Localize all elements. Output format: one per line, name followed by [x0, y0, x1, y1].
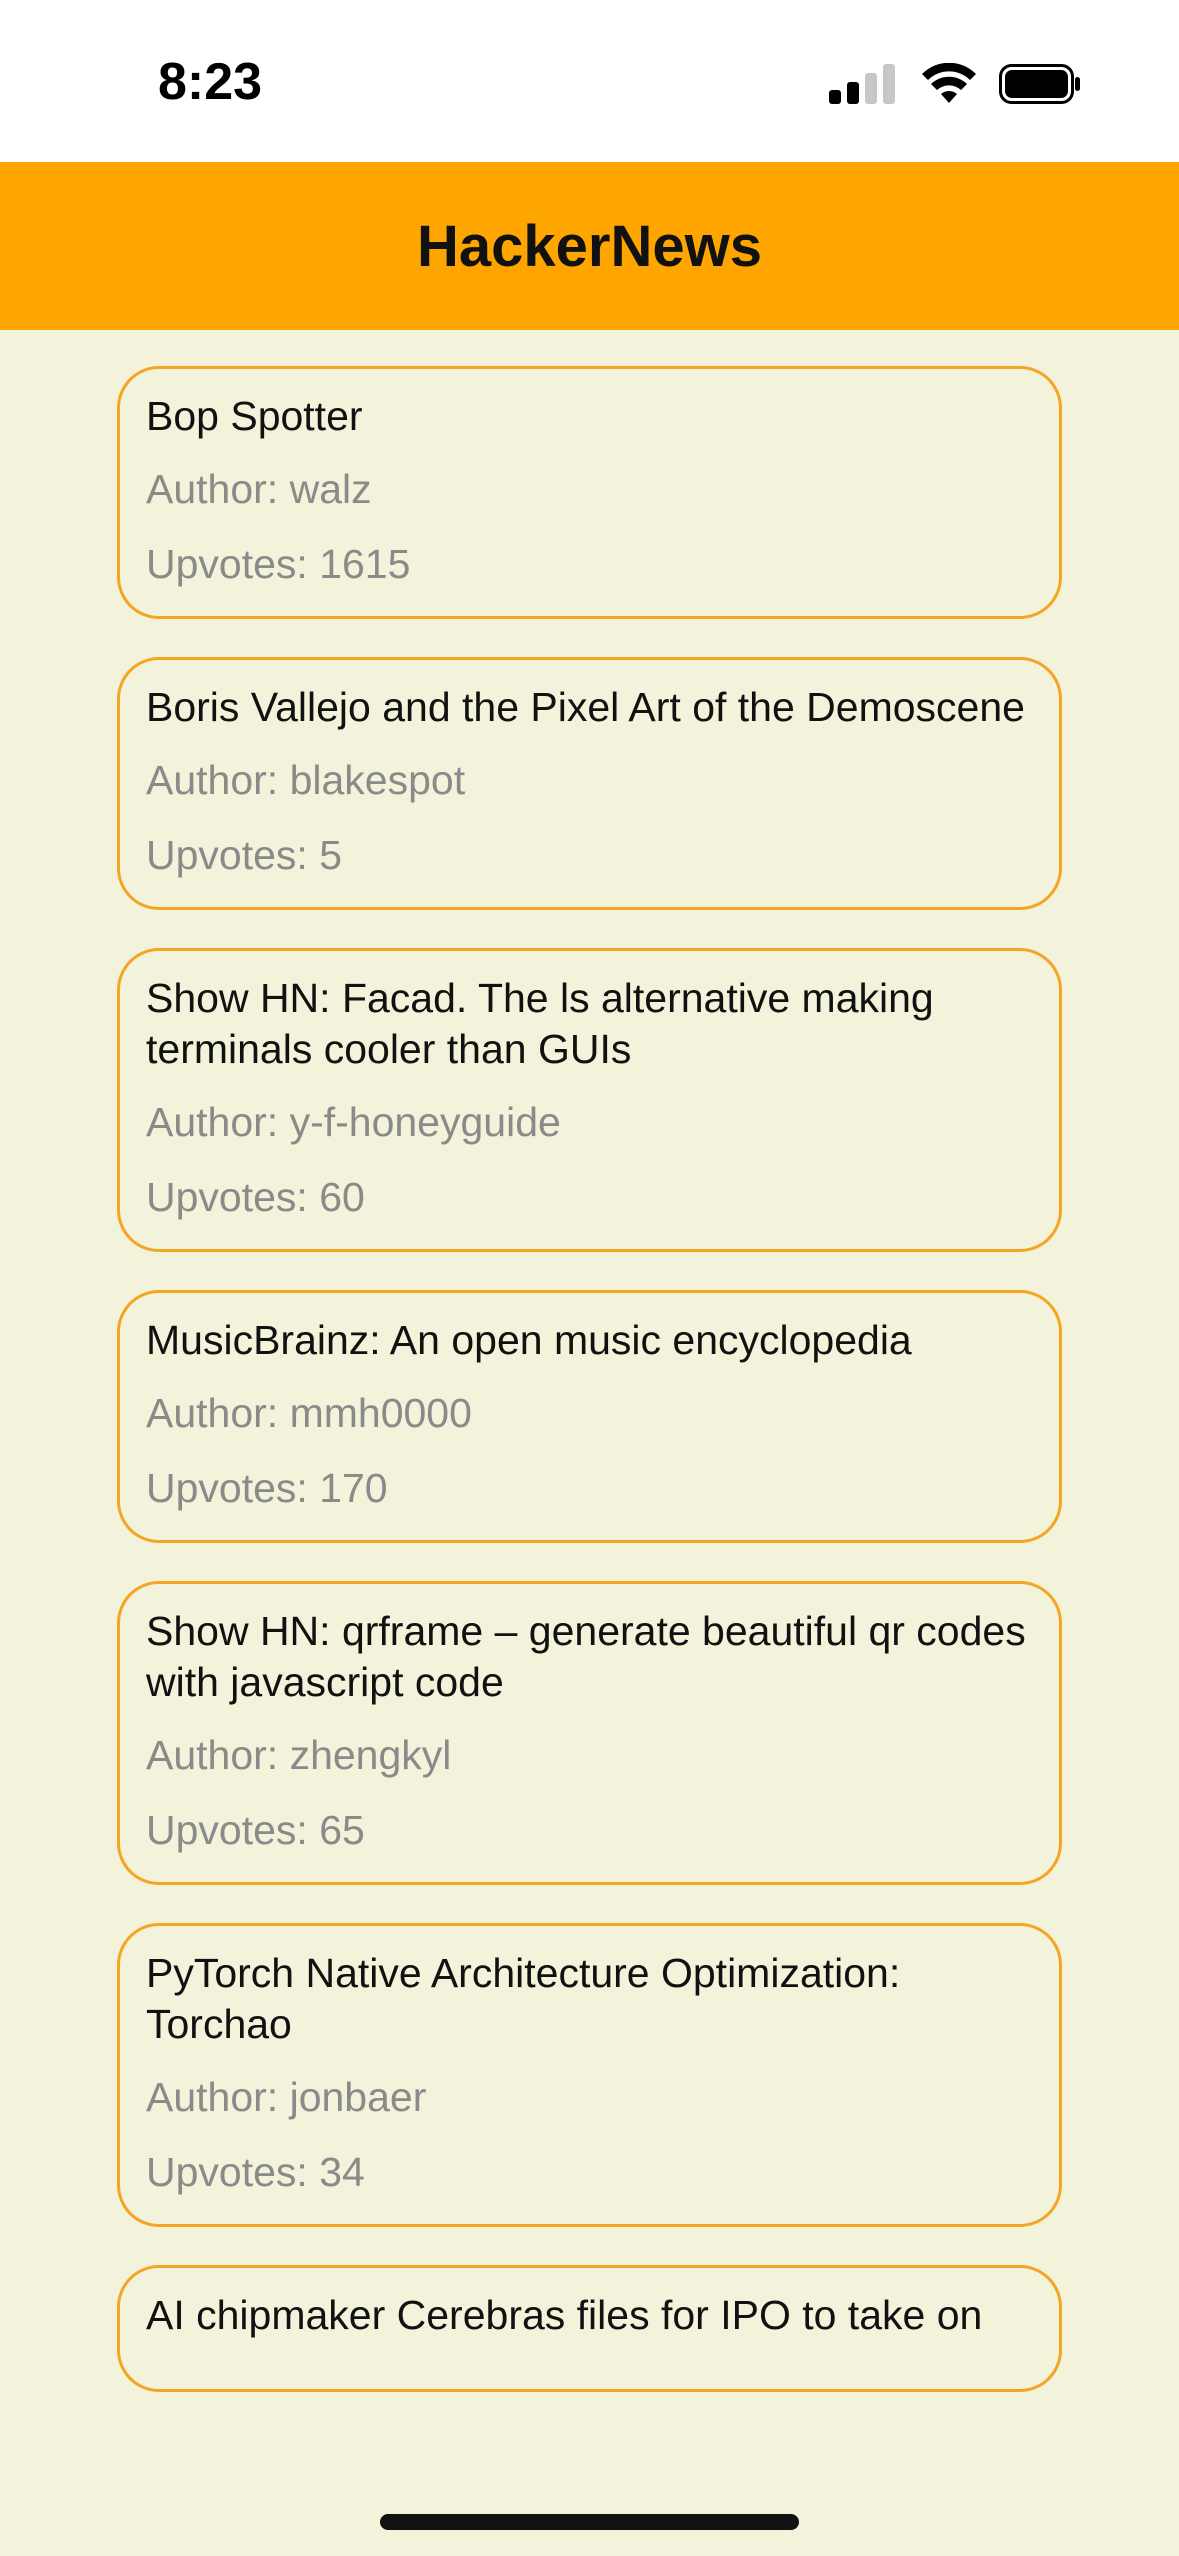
- story-title: Show HN: qrframe – generate beautiful qr…: [146, 1608, 1026, 1705]
- status-bar: 8:23: [0, 0, 1179, 162]
- story-author: Author: zhengkyl: [146, 1732, 452, 1778]
- story-card[interactable]: Bop Spotter Author: walz Upvotes: 1615: [117, 366, 1062, 619]
- story-title: PyTorch Native Architecture Optimization…: [146, 1950, 901, 2047]
- story-author: Author: mmh0000: [146, 1390, 472, 1436]
- screen: 8:23 HackerNews Bop Spotter Author: walz…: [0, 0, 1179, 2556]
- story-author: Author: blakespot: [146, 757, 466, 803]
- app-header: HackerNews: [0, 162, 1179, 330]
- story-title: MusicBrainz: An open music encyclopedia: [146, 1317, 912, 1363]
- story-list[interactable]: Bop Spotter Author: walz Upvotes: 1615 B…: [117, 366, 1062, 2516]
- story-card[interactable]: AI chipmaker Cerebras files for IPO to t…: [117, 2265, 1062, 2392]
- story-card[interactable]: PyTorch Native Architecture Optimization…: [117, 1923, 1062, 2227]
- story-card[interactable]: Show HN: qrframe – generate beautiful qr…: [117, 1581, 1062, 1885]
- status-icons: [829, 62, 1081, 110]
- story-upvotes: Upvotes: 170: [146, 1465, 388, 1511]
- story-upvotes: Upvotes: 65: [146, 1807, 365, 1853]
- story-author: Author: walz: [146, 466, 372, 512]
- home-indicator[interactable]: [380, 2514, 799, 2530]
- story-card[interactable]: MusicBrainz: An open music encyclopedia …: [117, 1290, 1062, 1543]
- wifi-icon: [921, 62, 977, 110]
- story-upvotes: Upvotes: 1615: [146, 541, 411, 587]
- story-upvotes: Upvotes: 60: [146, 1174, 365, 1220]
- story-upvotes: Upvotes: 5: [146, 832, 342, 878]
- story-upvotes: Upvotes: 34: [146, 2149, 365, 2195]
- story-title: Bop Spotter: [146, 393, 363, 439]
- story-author: Author: y-f-honeyguide: [146, 1099, 561, 1145]
- story-author: Author: jonbaer: [146, 2074, 427, 2120]
- story-card[interactable]: Boris Vallejo and the Pixel Art of the D…: [117, 657, 1062, 910]
- cellular-signal-icon: [829, 63, 899, 109]
- story-title: Show HN: Facad. The ls alternative makin…: [146, 975, 934, 1072]
- story-title: Boris Vallejo and the Pixel Art of the D…: [146, 684, 1025, 730]
- story-title: AI chipmaker Cerebras files for IPO to t…: [146, 2292, 983, 2338]
- status-time: 8:23: [158, 53, 263, 111]
- battery-icon: [999, 63, 1081, 109]
- app-title: HackerNews: [417, 213, 762, 279]
- story-card[interactable]: Show HN: Facad. The ls alternative makin…: [117, 948, 1062, 1252]
